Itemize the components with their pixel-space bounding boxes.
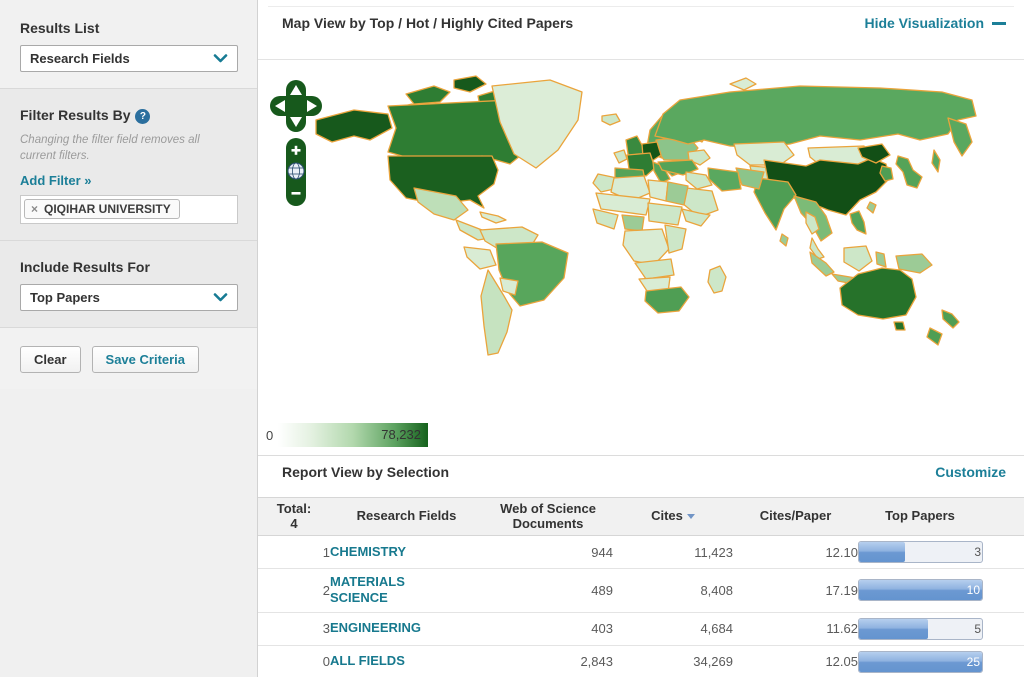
col-total: Total: 4 xyxy=(258,498,330,536)
row-cites-per-paper: 12.10 xyxy=(733,536,858,569)
sort-desc-icon xyxy=(687,514,695,519)
table-row: 2 MATERIALS SCIENCE 489 8,408 17.19 10 xyxy=(258,569,1024,613)
remove-filter-icon[interactable]: × xyxy=(31,202,38,216)
chevron-down-icon xyxy=(213,54,228,63)
include-results-label: Include Results For xyxy=(20,259,237,275)
customize-link[interactable]: Customize xyxy=(935,464,1006,480)
row-rank: 3 xyxy=(258,612,330,645)
report-divider xyxy=(258,455,1024,456)
results-list-section: Results List Research Fields xyxy=(0,0,257,89)
row-documents: 2,843 xyxy=(483,645,613,677)
results-list-label: Results List xyxy=(20,20,237,36)
top-divider xyxy=(268,6,1014,7)
save-criteria-button[interactable]: Save Criteria xyxy=(92,346,200,373)
report-table: Total: 4 Research Fields Web of Science … xyxy=(258,497,1024,677)
table-row: 0 ALL FIELDS 2,843 34,269 12.05 25 xyxy=(258,645,1024,677)
top-papers-bar: 25 xyxy=(858,651,983,673)
row-cites-per-paper: 17.19 xyxy=(733,569,858,613)
row-documents: 489 xyxy=(483,569,613,613)
col-cites-per-paper[interactable]: Cites/Paper xyxy=(733,498,858,536)
col-documents[interactable]: Web of Science Documents xyxy=(483,498,613,536)
row-cites: 34,269 xyxy=(613,645,733,677)
top-papers-bar: 3 xyxy=(858,541,983,563)
row-cites: 11,423 xyxy=(613,536,733,569)
world-map-choropleth[interactable] xyxy=(258,58,1024,458)
filter-note: Changing the filter field removes all cu… xyxy=(20,133,237,164)
filter-tags-box[interactable]: × QIQIHAR UNIVERSITY xyxy=(20,195,238,224)
top-papers-value: 5 xyxy=(974,622,981,636)
field-link[interactable]: ALL FIELDS xyxy=(330,653,405,669)
table-row: 1 CHEMISTRY 944 11,423 12.10 3 xyxy=(258,536,1024,569)
clear-button[interactable]: Clear xyxy=(20,346,81,373)
map-header: Map View by Top / Hot / Highly Cited Pap… xyxy=(282,15,1006,31)
country-australia xyxy=(840,268,916,319)
row-cites: 4,684 xyxy=(613,612,733,645)
country-brazil xyxy=(496,242,568,306)
include-results-section: Include Results For Top Papers xyxy=(0,241,257,328)
col-research-fields[interactable]: Research Fields xyxy=(330,498,483,536)
total-count: 4 xyxy=(258,517,330,532)
row-rank: 1 xyxy=(258,536,330,569)
chevron-down-icon xyxy=(213,293,228,302)
country-south-africa xyxy=(645,287,689,313)
globe-icon xyxy=(288,163,304,179)
legend-min-value: 0 xyxy=(266,428,278,443)
map-view-title: Map View by Top / Hot / Highly Cited Pap… xyxy=(282,15,573,31)
report-view-title: Report View by Selection xyxy=(282,464,449,480)
add-filter-link[interactable]: Add Filter » xyxy=(20,173,92,188)
esi-page: Results List Research Fields Filter Resu… xyxy=(0,0,1024,677)
include-results-dropdown[interactable]: Top Papers xyxy=(20,284,238,311)
table-header-row: Total: 4 Research Fields Web of Science … xyxy=(258,498,1024,536)
row-cites: 8,408 xyxy=(613,569,733,613)
map-pan-control[interactable] xyxy=(270,80,322,132)
country-russia xyxy=(655,86,976,148)
table-row: 3 ENGINEERING 403 4,684 11.62 5 xyxy=(258,612,1024,645)
top-papers-bar: 5 xyxy=(858,618,983,640)
field-link[interactable]: CHEMISTRY xyxy=(330,544,406,560)
sidebar: Results List Research Fields Filter Resu… xyxy=(0,0,258,677)
results-list-dropdown[interactable]: Research Fields xyxy=(20,45,238,72)
country-japan xyxy=(896,156,922,188)
row-documents: 944 xyxy=(483,536,613,569)
main-panel: Map View by Top / Hot / Highly Cited Pap… xyxy=(258,0,1024,677)
row-cites-per-paper: 11.62 xyxy=(733,612,858,645)
top-papers-value: 10 xyxy=(967,583,980,597)
zoom-in-icon xyxy=(295,146,298,155)
top-papers-bar: 10 xyxy=(858,579,983,601)
include-results-value: Top Papers xyxy=(30,290,100,305)
zoom-out-icon xyxy=(292,192,301,195)
help-icon[interactable]: ? xyxy=(135,109,150,124)
row-documents: 403 xyxy=(483,612,613,645)
filter-tag[interactable]: × QIQIHAR UNIVERSITY xyxy=(24,199,180,219)
legend-max-value: 78,232 xyxy=(381,427,421,442)
hide-visualization-link[interactable]: Hide Visualization xyxy=(864,15,1006,31)
filter-by-label: Filter Results By? xyxy=(20,107,237,124)
col-cites-sorted[interactable]: Cites xyxy=(613,498,733,536)
report-header: Report View by Selection Customize xyxy=(282,464,1006,480)
row-rank: 0 xyxy=(258,645,330,677)
row-rank: 2 xyxy=(258,569,330,613)
map-zoom-control[interactable] xyxy=(286,138,306,206)
filter-section: Filter Results By? Changing the filter f… xyxy=(0,89,257,241)
criteria-buttons: Clear Save Criteria xyxy=(0,328,257,389)
results-list-value: Research Fields xyxy=(30,51,130,66)
col-top-papers[interactable]: Top Papers xyxy=(858,498,1024,536)
filter-tag-label: QIQIHAR UNIVERSITY xyxy=(44,202,171,216)
map-legend: 0 78,232 xyxy=(266,423,428,447)
country-new-zealand xyxy=(942,310,959,328)
field-link[interactable]: MATERIALS SCIENCE xyxy=(330,574,436,607)
top-papers-value: 3 xyxy=(974,545,981,559)
legend-gradient-bar: 78,232 xyxy=(278,423,428,447)
field-link[interactable]: ENGINEERING xyxy=(330,620,421,636)
country-alaska xyxy=(316,110,392,142)
top-papers-value: 25 xyxy=(967,655,980,669)
row-cites-per-paper: 12.05 xyxy=(733,645,858,677)
map-countries xyxy=(316,76,976,355)
collapse-icon xyxy=(992,22,1006,25)
